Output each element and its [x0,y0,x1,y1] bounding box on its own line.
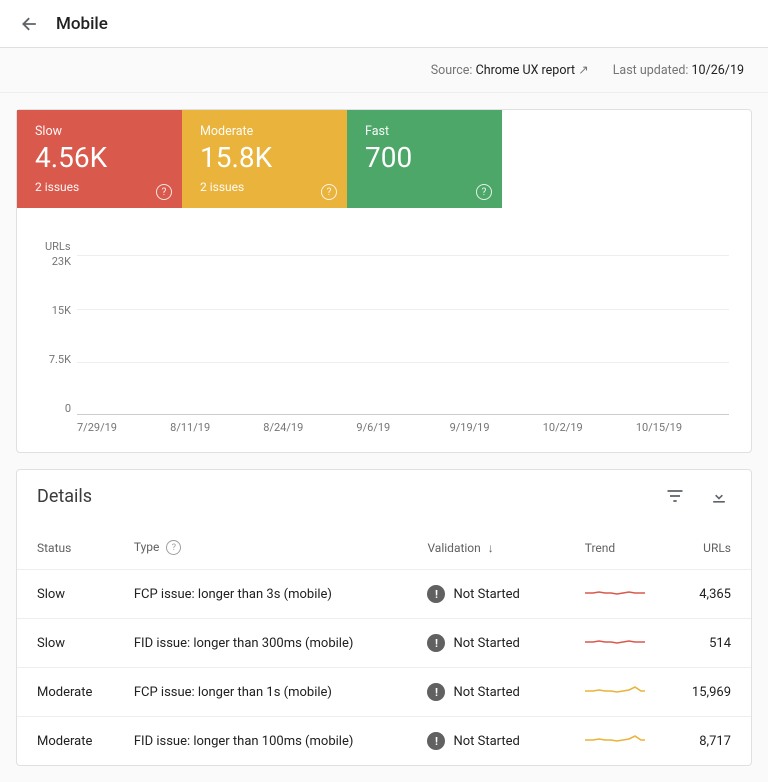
trend-cell [573,668,667,717]
status-cell: Moderate [17,668,122,717]
external-link-icon: ↗ [578,63,588,78]
tile-sub: 2 issues [35,180,164,194]
help-icon[interactable]: ? [156,184,172,200]
validation-cell: !Not Started [415,619,572,668]
type-cell: FID issue: longer than 300ms (mobile) [122,619,416,668]
details-table: Status Type ? Validation ↓ Trend URLs Sl… [17,518,751,765]
tile-sub: 2 issues [200,180,329,194]
alert-icon: ! [427,634,445,652]
type-cell: FCP issue: longer than 1s (mobile) [122,668,416,717]
table-row[interactable]: SlowFID issue: longer than 300ms (mobile… [17,619,751,668]
trend-cell [573,570,667,619]
tile-value: 4.56K [35,141,164,174]
tile-label: Slow [35,124,164,139]
sparkline-icon [585,583,645,601]
back-button[interactable] [12,6,48,42]
sparkline-icon [585,730,645,748]
page-header: Mobile [0,0,768,48]
alert-icon: ! [427,585,445,603]
alert-icon: ! [427,683,445,701]
summary-row: Slow 4.56K 2 issues ? Moderate 15.8K 2 i… [17,110,751,208]
summary-tile-slow[interactable]: Slow 4.56K 2 issues ? [17,110,182,208]
sparkline-icon [585,632,645,650]
validation-cell: !Not Started [415,668,572,717]
arrow-left-icon [20,14,40,34]
help-icon[interactable]: ? [321,184,337,200]
overview-card: Slow 4.56K 2 issues ? Moderate 15.8K 2 i… [16,109,752,453]
sparkline-icon [585,681,645,699]
details-title: Details [37,486,92,507]
source-label: Source: [431,63,473,78]
tile-label: Moderate [200,124,329,139]
alert-icon: ! [427,732,445,750]
col-urls[interactable]: URLs [667,518,751,570]
chart-area: URLs 23K 15K 7.5K 0 7/29/198/11/198/24/1… [17,208,751,452]
urls-cell: 514 [667,619,751,668]
tile-value: 700 [365,141,484,174]
help-icon[interactable]: ? [476,184,492,200]
tile-value: 15.8K [200,141,329,174]
col-type[interactable]: Type ? [122,518,416,570]
type-cell: FCP issue: longer than 3s (mobile) [122,570,416,619]
col-validation[interactable]: Validation ↓ [415,518,572,570]
download-button[interactable] [707,484,731,508]
validation-cell: !Not Started [415,717,572,766]
col-status[interactable]: Status [17,518,122,570]
summary-tile-fast[interactable]: Fast 700 ? [347,110,502,208]
status-cell: Slow [17,619,122,668]
meta-row: Source: Chrome UX report ↗ Last updated:… [0,48,768,93]
sort-down-icon: ↓ [488,541,494,555]
status-cell: Slow [17,570,122,619]
download-icon [709,486,729,506]
filter-button[interactable] [663,484,687,508]
updated-value: 10/26/19 [692,63,744,78]
status-cell: Moderate [17,717,122,766]
type-cell: FID issue: longer than 100ms (mobile) [122,717,416,766]
details-card: Details Status Type ? Validation ↓ [16,469,752,766]
urls-cell: 15,969 [667,668,751,717]
table-row[interactable]: SlowFCP issue: longer than 3s (mobile)!N… [17,570,751,619]
chart-xaxis: 7/29/198/11/198/24/199/6/199/19/1910/2/1… [77,415,729,444]
chart-ylabel: URLs [45,240,729,253]
chart-plot[interactable] [77,255,729,415]
filter-icon [665,486,685,506]
updated-label: Last updated: [613,63,689,78]
col-trend[interactable]: Trend [573,518,667,570]
trend-cell [573,717,667,766]
urls-cell: 8,717 [667,717,751,766]
tile-label: Fast [365,124,484,139]
summary-tile-moderate[interactable]: Moderate 15.8K 2 issues ? [182,110,347,208]
table-row[interactable]: ModerateFCP issue: longer than 1s (mobil… [17,668,751,717]
validation-cell: !Not Started [415,570,572,619]
trend-cell [573,619,667,668]
source-value[interactable]: Chrome UX report [476,63,576,78]
help-icon[interactable]: ? [166,540,181,555]
chart-yaxis: 23K 15K 7.5K 0 [39,255,77,415]
table-row[interactable]: ModerateFID issue: longer than 100ms (mo… [17,717,751,766]
urls-cell: 4,365 [667,570,751,619]
page-title: Mobile [56,14,108,34]
